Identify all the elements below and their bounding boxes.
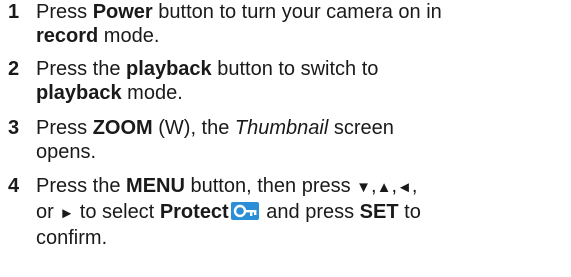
thumbnail-keyword: Thumbnail [234, 117, 329, 139]
step-line: Press the MENU button, then press ▼,▲,◄, [36, 175, 418, 197]
playback-keyword: playback [126, 58, 212, 80]
set-keyword: SET [359, 201, 399, 223]
step-line: Press Power button to turn your camera o… [36, 1, 442, 23]
step-line: record mode. [36, 25, 160, 47]
step-line: playback mode. [36, 82, 183, 104]
record-keyword: record [36, 25, 99, 47]
step-text: Press Power button to turn your camera o… [36, 0, 566, 48]
protect-icon [230, 202, 259, 220]
down-arrow-icon: ▼ [356, 179, 372, 196]
step-number: 2 [8, 58, 20, 80]
left-arrow-icon: ◄ [397, 179, 412, 196]
playback-mode-keyword: playback [36, 82, 122, 104]
menu-keyword: MENU [126, 175, 185, 197]
protect-keyword: Protect [159, 201, 229, 223]
step-text: Press the MENU button, then press ▼,▲,◄,… [36, 174, 566, 250]
power-keyword: Power [92, 1, 153, 23]
step-number: 1 [8, 1, 20, 23]
right-arrow-icon: ► [59, 205, 75, 222]
step-text: Press the playback button to switch to p… [36, 57, 566, 105]
step-line: Press the playback button to switch to [36, 58, 379, 80]
step-number: 3 [8, 117, 20, 139]
step-line: confirm. [36, 227, 108, 249]
step-line: Press ZOOM (W), the Thumbnail screen [36, 117, 394, 139]
up-arrow-icon: ▲ [376, 179, 392, 196]
step-number: 4 [8, 175, 20, 197]
step-text: Press ZOOM (W), the Thumbnail screen ope… [36, 116, 566, 164]
zoom-keyword: ZOOM [92, 117, 153, 139]
step-line: or ► to select Protect and press SET to [36, 201, 421, 223]
step-line: opens. [36, 141, 97, 163]
